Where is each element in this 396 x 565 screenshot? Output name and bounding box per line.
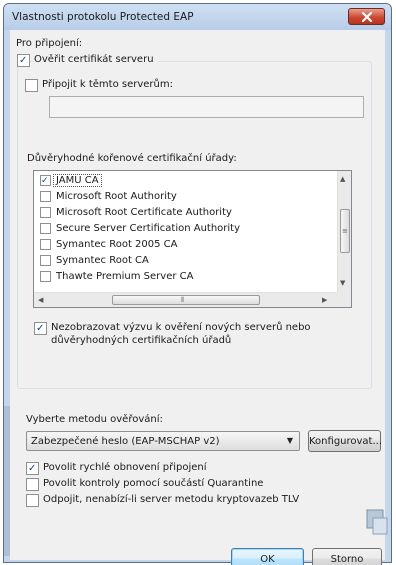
connect-servers-checkbox[interactable] [25, 79, 38, 92]
dropdown-arrow-icon: ▼ [286, 436, 293, 445]
grip-icon: ≡ [342, 227, 348, 235]
checkmark-icon: ✓ [19, 55, 28, 66]
cancel-button-label: Storno [330, 554, 364, 565]
no-prompt-label-line1: Nezobrazovat výzvu k ověření nových serv… [51, 322, 311, 333]
list-item[interactable]: Symantec Root 2005 CA [34, 237, 339, 253]
scroll-corner [336, 292, 351, 307]
disconnect-tlv-checkbox[interactable] [26, 494, 39, 507]
item-checkbox[interactable] [40, 271, 51, 282]
ok-button[interactable]: OK [231, 548, 304, 565]
cancel-button[interactable]: Storno [312, 548, 382, 565]
disconnect-tlv-label: Odpojit, nenabízí-li server metodu krypt… [43, 494, 300, 505]
scroll-down-icon[interactable]: ▼ [340, 277, 345, 289]
scroll-left-icon[interactable]: ◀ [38, 294, 43, 306]
ok-button-label: OK [260, 554, 275, 565]
list-item[interactable]: Secure Server Certification Authority [34, 221, 339, 237]
title-bar[interactable]: Vlastnosti protokolu Protected EAP [4, 4, 391, 30]
item-checkbox[interactable] [40, 223, 51, 234]
no-prompt-checkbox[interactable]: ✓ [34, 322, 47, 335]
window-title: Vlastnosti protokolu Protected EAP [12, 11, 194, 23]
fast-reconnect-label: Povolit rychlé obnovení připojení [43, 462, 207, 473]
checkmark-icon: ✓ [36, 323, 45, 334]
checkmark-icon: ✓ [41, 176, 49, 186]
servers-input[interactable] [49, 96, 364, 118]
trusted-ca-label: Důvěryhodné kořenové certifikační úřady: [27, 153, 237, 164]
method-label: Vyberte metodu ověřování: [26, 414, 163, 425]
verify-cert-label: Ověřit certifikát serveru [34, 54, 158, 65]
horizontal-scrollbar[interactable]: ◀ ⦀ ▶ [34, 292, 337, 307]
list-item[interactable]: Symantec Root CA [34, 253, 339, 269]
item-checkbox[interactable] [40, 239, 51, 250]
connect-label: Pro připojení: [16, 38, 83, 49]
dialog-window: Vlastnosti protokolu Protected EAP Pro p… [3, 3, 392, 565]
checkmark-icon: ✓ [28, 463, 37, 474]
item-checkbox[interactable] [40, 207, 51, 218]
no-prompt-label-line2: důvěryhodných certifikačních úřadů [51, 335, 232, 346]
quarantine-checkbox[interactable] [26, 478, 39, 491]
list-item[interactable]: Microsoft Root Certificate Authority [34, 205, 339, 221]
item-label: Secure Server Certification Authority [56, 223, 241, 234]
scroll-up-icon[interactable]: ▲ [340, 173, 345, 185]
item-checkbox[interactable] [40, 191, 51, 202]
verify-cert-checkbox[interactable]: ✓ [17, 54, 30, 67]
method-select[interactable]: Zabezpečené heslo (EAP-MSCHAP v2) ▼ [26, 431, 300, 451]
grip-icon: ⦀ [181, 296, 185, 304]
quarantine-label: Povolit kontroly pomocí součástí Quarant… [43, 478, 264, 489]
list-item[interactable]: ✓ JAMU CA [34, 173, 339, 189]
fast-reconnect-checkbox[interactable]: ✓ [26, 462, 39, 475]
vertical-scroll-thumb[interactable]: ≡ [340, 209, 350, 253]
configure-button-label: Konfigurovat... [309, 436, 383, 447]
item-checkbox[interactable] [40, 255, 51, 266]
vertical-scrollbar[interactable]: ▲ ≡ ▼ [337, 171, 351, 292]
trusted-ca-list[interactable]: ✓ JAMU CA Microsoft Root Authority Micro… [33, 170, 352, 308]
item-label: Symantec Root 2005 CA [56, 239, 178, 250]
item-label: Symantec Root CA [56, 255, 149, 266]
method-selected-value: Zabezpečené heslo (EAP-MSCHAP v2) [31, 436, 220, 447]
item-label: JAMU CA [53, 174, 102, 187]
overlay-graphic-icon [366, 509, 388, 535]
item-checkbox[interactable]: ✓ [40, 175, 51, 186]
close-icon [361, 12, 373, 22]
connect-servers-label: Připojit k těmto serverům: [42, 79, 173, 90]
item-label: Microsoft Root Certificate Authority [56, 207, 232, 218]
horizontal-scroll-thumb[interactable]: ⦀ [112, 295, 260, 305]
item-label: Thawte Premium Server CA [56, 271, 194, 282]
item-label: Microsoft Root Authority [56, 191, 177, 202]
dialog-body: Pro připojení: ✓ Ověřit certifikát serve… [10, 30, 385, 565]
scroll-right-icon[interactable]: ▶ [322, 294, 327, 306]
list-item[interactable]: Microsoft Root Authority [34, 189, 339, 205]
list-item[interactable]: Thawte Premium Server CA [34, 269, 339, 285]
configure-button[interactable]: Konfigurovat... [308, 430, 383, 452]
close-button[interactable] [348, 8, 385, 25]
